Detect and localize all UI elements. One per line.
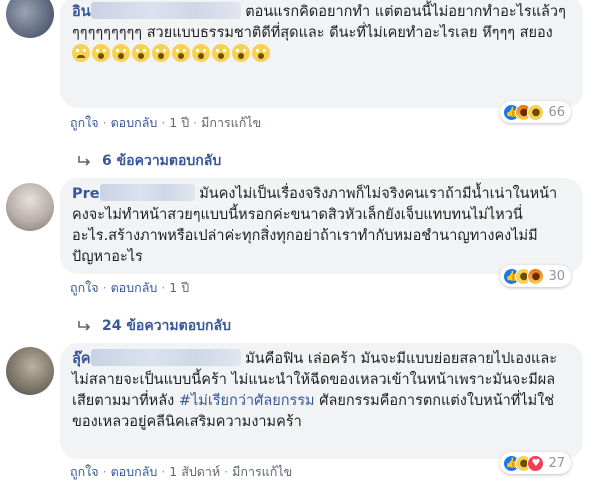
avatar[interactable] [6, 183, 54, 231]
screaming-face-emoji-icon [132, 44, 150, 62]
reaction-count: 27 [548, 455, 565, 471]
love-reaction-icon: ♥ [527, 454, 545, 472]
avatar[interactable] [6, 0, 54, 38]
screaming-face-emoji-icon [172, 44, 190, 62]
view-replies-link[interactable]: 6 ข้อความตอบกลับ [78, 150, 221, 172]
screaming-face-emoji-icon [92, 44, 110, 62]
like-button[interactable]: ถูกใจ [70, 464, 99, 479]
reaction-count: 66 [548, 104, 565, 120]
screaming-face-emoji-icon [252, 44, 270, 62]
comment-actions: ถูกใจ · ตอบกลับ · 1 ปี [70, 280, 190, 295]
comment-text: ลุ๊ค มันคือฟิน เล่อคร้า มันจะมีแบบย่อยสล… [72, 349, 558, 430]
reply-button[interactable]: ตอบกลับ [111, 115, 158, 130]
edited-label[interactable]: มีการแก้ไข [201, 115, 261, 130]
sad-face-emoji-icon [72, 44, 90, 62]
angry-reaction-icon: ● [527, 267, 545, 285]
screaming-face-emoji-icon [192, 44, 210, 62]
reaction-count: 30 [548, 268, 565, 284]
timestamp[interactable]: 1 ปี [169, 115, 189, 130]
reaction-summary[interactable]: 👍 ● ● 66 [500, 101, 571, 123]
blurred-name [99, 184, 195, 201]
comment-bubble: ลุ๊ค มันคือฟิน เล่อคร้า มันจะมีแบบย่อยสล… [60, 343, 583, 459]
screaming-face-emoji-icon [232, 44, 250, 62]
reply-button[interactable]: ตอบกลับ [111, 464, 158, 479]
comment-text: Pre มันคงไม่เป็นเรื่องจริงภาพก็ไม่จริงคน… [72, 184, 558, 265]
reaction-summary[interactable]: 👍 ● ● 30 [500, 265, 571, 287]
timestamp[interactable]: 1 ปี [169, 280, 189, 295]
emoji-row [72, 44, 272, 63]
commenter-name[interactable]: อิน [72, 2, 241, 20]
replies-count-label[interactable]: 6 ข้อความตอบกลับ [102, 150, 221, 172]
replies-count-label[interactable]: 24 ข้อความตอบกลับ [102, 315, 231, 337]
like-button[interactable]: ถูกใจ [70, 115, 99, 130]
avatar[interactable] [6, 347, 54, 395]
screaming-face-emoji-icon [112, 44, 130, 62]
comment-bubble: Pre มันคงไม่เป็นเรื่องจริงภาพก็ไม่จริงคน… [60, 178, 583, 274]
comment-text: อิน ตอนแรกคิดอยากทำ แต่ตอนนี้ไม่อยากทำอะ… [72, 2, 571, 66]
reaction-summary[interactable]: 👍 ● ♥ 27 [500, 452, 571, 474]
reply-arrow-icon [78, 156, 91, 166]
blurred-name [90, 2, 241, 19]
edited-label[interactable]: มีการแก้ไข [232, 464, 292, 479]
hashtag-link[interactable]: #ไม่เรียกว่าศัลยกรรม [179, 393, 315, 409]
comment-actions: ถูกใจ · ตอบกลับ · 1 ปี · มีการแก้ไข [70, 115, 262, 130]
blurred-name [90, 349, 241, 366]
screaming-face-emoji-icon [152, 44, 170, 62]
reply-button[interactable]: ตอบกลับ [111, 280, 158, 295]
commenter-name[interactable]: Pre [72, 184, 195, 202]
reply-arrow-icon [78, 321, 91, 331]
commenter-name[interactable]: ลุ๊ค [72, 349, 241, 367]
comment-actions: ถูกใจ · ตอบกลับ · 1 สัปดาห์ · มีการแก้ไข [70, 464, 293, 479]
screaming-face-emoji-icon [212, 44, 230, 62]
like-button[interactable]: ถูกใจ [70, 280, 99, 295]
view-replies-link[interactable]: 24 ข้อความตอบกลับ [78, 315, 231, 337]
comment-bubble: อิน ตอนแรกคิดอยากทำ แต่ตอนนี้ไม่อยากทำอะ… [60, 0, 583, 108]
timestamp[interactable]: 1 สัปดาห์ [169, 464, 220, 479]
sad-reaction-icon: ● [527, 103, 545, 121]
